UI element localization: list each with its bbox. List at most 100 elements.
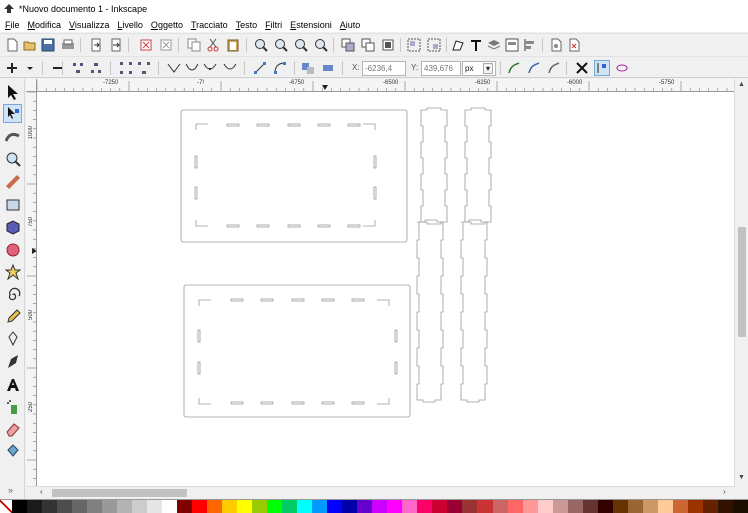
vertical-ruler[interactable]: 1000 750 500 250 [26,92,37,486]
color-swatch[interactable] [222,500,238,513]
join-segment-icon[interactable] [118,60,134,76]
tweak-icon[interactable] [3,126,22,145]
3dbox-icon[interactable] [3,217,22,236]
zoom-drawing-icon[interactable] [273,37,289,53]
node-symmetric-icon[interactable] [202,60,218,76]
node-smooth-icon[interactable] [184,60,200,76]
color-swatch[interactable] [462,500,478,513]
side-strip-4[interactable] [460,219,488,403]
layers-icon[interactable] [486,37,502,53]
delete-node-icon[interactable] [50,60,66,76]
color-swatch[interactable] [387,500,403,513]
ungroup-icon[interactable] [426,37,442,53]
save-icon[interactable] [40,37,56,53]
color-swatch[interactable] [87,500,103,513]
show-handles-icon[interactable] [594,60,610,76]
side-strip-2[interactable] [464,107,492,225]
align-distribute-icon[interactable] [522,37,538,53]
node-cusp-icon[interactable] [166,60,182,76]
join-nodes-icon[interactable] [70,60,86,76]
horizontal-scroll-thumb[interactable] [52,489,187,497]
new-document-icon[interactable] [4,37,20,53]
node-auto-icon[interactable] [222,60,238,76]
color-swatch[interactable] [582,500,598,513]
color-swatch[interactable] [432,500,448,513]
bucket-icon[interactable] [3,441,22,460]
vertical-scroll-thumb[interactable] [738,227,746,337]
import-icon[interactable] [88,37,104,53]
box-panel-bottom[interactable] [183,284,411,418]
color-swatch[interactable] [192,500,208,513]
fill-stroke-icon[interactable] [450,37,466,53]
color-swatch[interactable] [312,500,328,513]
menu-filtri[interactable]: Filtri [262,20,285,30]
menu-oggetto[interactable]: Oggetto [148,20,186,30]
color-swatch[interactable] [72,500,88,513]
toolbox-more-icon[interactable]: » [8,485,13,495]
horizontal-scrollbar[interactable]: ‹ › [26,486,734,498]
zoom-page-icon[interactable] [293,37,309,53]
text-font-icon[interactable] [468,37,484,53]
color-swatch[interactable] [657,500,673,513]
eraser-icon[interactable] [3,419,22,438]
color-swatch[interactable] [357,500,373,513]
color-swatch[interactable] [252,500,268,513]
spray-icon[interactable] [3,397,22,416]
menu-aiuto[interactable]: Aiuto [337,20,364,30]
color-swatch[interactable] [327,500,343,513]
show-clip-icon[interactable] [506,60,522,76]
color-swatch[interactable] [732,500,748,513]
pencil-icon[interactable] [3,307,22,326]
color-swatch[interactable] [642,500,658,513]
box-panel-top[interactable] [180,109,408,243]
color-swatch[interactable] [507,500,523,513]
color-swatch[interactable] [147,500,163,513]
ellipse-icon[interactable] [3,240,22,259]
y-coordinate-input[interactable]: 439,676 [421,61,461,76]
color-swatch[interactable] [537,500,553,513]
side-strip-1[interactable] [420,107,448,225]
menu-file[interactable]: File [2,20,23,30]
color-swatch[interactable] [522,500,538,513]
color-swatch[interactable] [162,500,178,513]
clone-icon[interactable] [360,37,376,53]
rect-icon[interactable] [3,195,22,214]
color-swatch[interactable] [297,500,313,513]
open-document-icon[interactable] [22,37,38,53]
show-mask-icon[interactable] [526,60,542,76]
color-swatch[interactable] [282,500,298,513]
node-icon[interactable] [3,104,22,123]
color-swatch[interactable] [492,500,508,513]
star-icon[interactable] [3,262,22,281]
selector-icon[interactable] [3,82,22,101]
group-icon[interactable] [406,37,422,53]
color-swatch[interactable] [417,500,433,513]
text-icon[interactable] [3,375,22,394]
break-path-icon[interactable] [88,60,104,76]
menu-visualizza[interactable]: Visualizza [66,20,112,30]
color-swatch[interactable] [207,500,223,513]
object-to-path-icon[interactable] [300,60,316,76]
color-swatch[interactable] [552,500,568,513]
no-paint-swatch[interactable] [0,500,12,513]
color-swatch[interactable] [672,500,688,513]
color-swatch[interactable] [402,500,418,513]
cut-icon[interactable] [205,37,221,53]
print-icon[interactable] [60,37,76,53]
document-properties-icon[interactable] [548,37,564,53]
segment-line-icon[interactable] [252,60,268,76]
color-swatch[interactable] [177,500,193,513]
color-swatch[interactable] [567,500,583,513]
copy-icon[interactable] [186,37,202,53]
duplicate-icon[interactable] [340,37,356,53]
delete-segment-icon[interactable] [136,60,152,76]
color-swatch[interactable] [102,500,118,513]
color-swatch[interactable] [267,500,283,513]
color-swatch[interactable] [372,500,388,513]
show-outline-icon[interactable] [614,60,630,76]
paste-icon[interactable] [225,37,241,53]
measure-icon[interactable] [3,172,22,191]
color-swatch[interactable] [702,500,718,513]
horizontal-ruler[interactable]: -7250 -7! -6750 -6500 -6250 -6000 -5750 [37,79,734,92]
menu-estensioni[interactable]: Estensioni [287,20,335,30]
